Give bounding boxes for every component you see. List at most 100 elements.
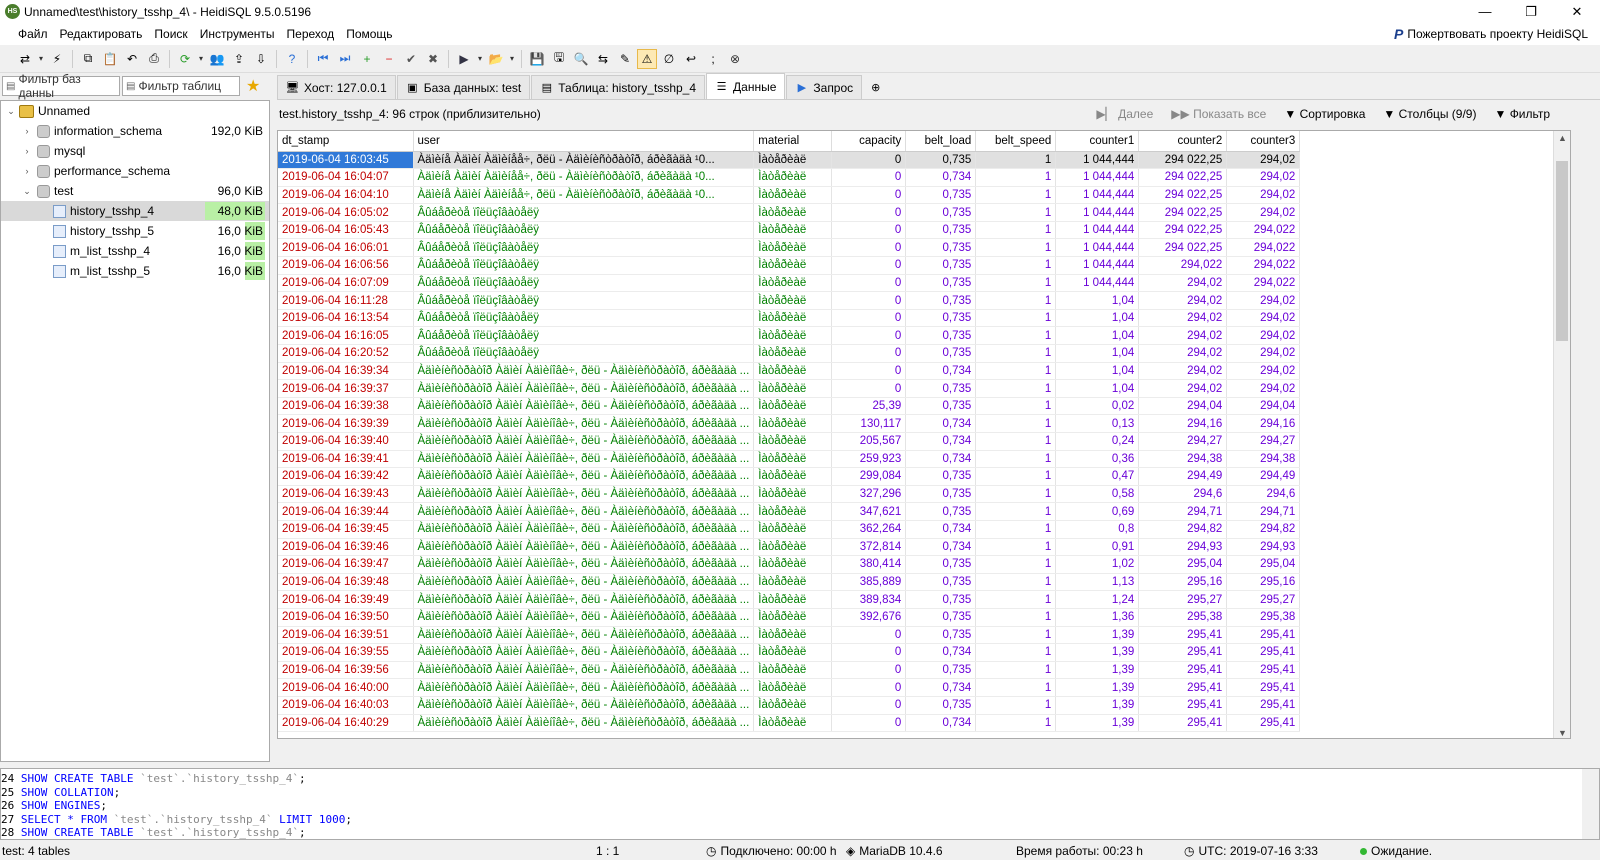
cell-counter2[interactable]: 294,02 xyxy=(1138,362,1228,381)
cell-counter2[interactable]: 294 022,25 xyxy=(1138,221,1228,240)
table-row[interactable]: 2019-06-04 16:39:47 Àäìèíèñòðàòîð Àäìèí À… xyxy=(278,555,1301,574)
cell-dt-stamp[interactable]: 2019-06-04 16:39:44 xyxy=(278,502,414,521)
cell-dt-stamp[interactable]: 2019-06-04 16:03:45 xyxy=(278,151,414,170)
cell-capacity[interactable]: 0 xyxy=(831,274,907,293)
cell-user[interactable]: Àäìèíèñòðàòîð Àäìèí Àäìèíîâè÷, ðëü - Àäì… xyxy=(413,643,755,662)
cell-capacity[interactable]: 0 xyxy=(831,291,907,310)
cell-belt-load[interactable]: 0,735 xyxy=(905,203,977,222)
next-button[interactable]: ▶▏ Далее xyxy=(1096,107,1153,121)
cell-counter1[interactable]: 1 044,444 xyxy=(1055,274,1140,293)
cell-belt-load[interactable]: 0,735 xyxy=(905,379,977,398)
cell-belt-speed[interactable]: 1 xyxy=(975,221,1057,240)
cell-belt-load[interactable]: 0,735 xyxy=(905,696,977,715)
cell-belt-speed[interactable]: 1 xyxy=(975,450,1057,469)
minimize-icon[interactable]: — xyxy=(1462,0,1508,23)
dropdown-arrow-icon[interactable]: ▾ xyxy=(36,54,46,63)
favorites-star-icon[interactable]: ★ xyxy=(246,76,260,96)
cell-counter1[interactable]: 0,8 xyxy=(1055,520,1140,539)
donate-button[interactable]: P Пожертвовать проекту HeidiSQL xyxy=(1394,23,1588,45)
cell-counter3[interactable]: 295,16 xyxy=(1226,573,1301,592)
cell-capacity[interactable]: 0 xyxy=(831,151,907,170)
expand-icon[interactable]: › xyxy=(21,166,33,176)
cell-belt-load[interactable]: 0,735 xyxy=(905,274,977,293)
cell-capacity[interactable]: 0 xyxy=(831,326,907,346)
cell-counter3[interactable]: 294,02 xyxy=(1226,186,1301,205)
cell-counter3[interactable]: 294,022 xyxy=(1226,221,1301,240)
cell-capacity[interactable]: 347,621 xyxy=(831,502,907,521)
warning-filter-icon[interactable]: ⚠ xyxy=(637,48,657,69)
cell-belt-speed[interactable]: 1 xyxy=(975,274,1057,293)
cell-belt-load[interactable]: 0,735 xyxy=(905,221,977,240)
cell-counter3[interactable]: 294,02 xyxy=(1226,203,1301,222)
table-row[interactable]: 2019-06-04 16:06:56 Âûáåðèòå ïîëüçîâàòåëÿ… xyxy=(278,256,1301,275)
table-row[interactable]: 2019-06-04 16:39:46 Àäìèíèñòðàòîð Àäìèí À… xyxy=(278,538,1301,557)
cell-belt-speed[interactable]: 1 xyxy=(975,291,1057,310)
run-icon[interactable]: ▶ xyxy=(454,49,474,69)
cell-counter2[interactable]: 294,022 xyxy=(1138,256,1228,275)
scroll-down-icon[interactable]: ▼ xyxy=(1554,728,1570,738)
cell-counter1[interactable]: 1 044,444 xyxy=(1055,203,1140,222)
cell-counter1[interactable]: 1 044,444 xyxy=(1055,256,1140,275)
last-icon[interactable]: ⏭ xyxy=(335,49,355,69)
cell-material[interactable]: Ìàòåðèàë xyxy=(753,397,833,416)
cell-counter3[interactable]: 294,022 xyxy=(1226,256,1301,275)
cell-belt-load[interactable]: 0,735 xyxy=(905,344,977,363)
first-icon[interactable]: ⏮ xyxy=(313,49,333,69)
table-row[interactable]: 2019-06-04 16:40:29 Àäìèíèñòðàòîð Àäìèí À… xyxy=(278,714,1301,733)
edit-icon[interactable]: ✎ xyxy=(615,49,635,69)
table-row[interactable]: 2019-06-04 16:39:50 Àäìèíèñòðàòîð Àäìèí À… xyxy=(278,608,1301,627)
cell-dt-stamp[interactable]: 2019-06-04 16:39:43 xyxy=(278,485,414,504)
collapse-icon[interactable]: ⌄ xyxy=(21,186,33,197)
cell-counter3[interactable]: 294,6 xyxy=(1226,485,1301,504)
cell-user[interactable]: Àäìèíèñòðàòîð Àäìèí Àäìèíîâè÷, ðëü - Àäì… xyxy=(413,573,755,592)
cell-belt-speed[interactable]: 1 xyxy=(975,573,1057,592)
table-row[interactable]: 2019-06-04 16:39:40 Àäìèíèñòðàòîð Àäìèí À… xyxy=(278,432,1301,451)
menu-goto[interactable]: Переход xyxy=(281,23,341,45)
table-row[interactable]: 2019-06-04 16:04:10 Àäìèíå Àäìèí Àäìèíåå÷… xyxy=(278,186,1301,205)
cell-belt-speed[interactable]: 1 xyxy=(975,256,1057,275)
cell-user[interactable]: Àäìèíèñòðàòîð Àäìèí Àäìèíîâè÷, ðëü - Àäì… xyxy=(413,414,755,433)
save-as-icon[interactable]: 🖫 xyxy=(549,49,569,69)
scroll-up-icon[interactable]: ▲ xyxy=(1554,133,1570,143)
column-header-belt-speed[interactable]: belt_speed xyxy=(975,131,1057,152)
cell-capacity[interactable]: 380,414 xyxy=(831,555,907,574)
cell-user[interactable]: Àäìèíèñòðàòîð Àäìèí Àäìèíîâè÷, ðëü - Àäì… xyxy=(413,520,755,539)
stop-icon[interactable]: ⊗ xyxy=(725,49,745,69)
table-row[interactable]: 2019-06-04 16:39:49 Àäìèíèñòðàòîð Àäìèí À… xyxy=(278,590,1301,609)
cell-user[interactable]: Àäìèíèñòðàòîð Àäìèí Àäìèíîâè÷, ðëü - Àäì… xyxy=(413,538,755,557)
cell-material[interactable]: Ìàòåðèàë xyxy=(753,714,833,733)
cell-belt-speed[interactable]: 1 xyxy=(975,309,1057,328)
cell-belt-speed[interactable]: 1 xyxy=(975,608,1057,627)
cell-belt-speed[interactable]: 1 xyxy=(975,643,1057,662)
cell-material[interactable]: Ìàòåðèàë xyxy=(753,520,833,539)
cell-counter2[interactable]: 295,41 xyxy=(1138,643,1228,662)
cell-belt-load[interactable]: 0,735 xyxy=(905,502,977,521)
menu-tools[interactable]: Инструменты xyxy=(194,23,281,45)
cell-belt-load[interactable]: 0,735 xyxy=(905,397,977,416)
cell-dt-stamp[interactable]: 2019-06-04 16:04:07 xyxy=(278,168,414,187)
column-header-material[interactable]: material xyxy=(753,131,833,152)
cell-material[interactable]: Ìàòåðèàë xyxy=(753,678,833,697)
sort-button[interactable]: ▼ Сортировка xyxy=(1284,107,1365,121)
cell-belt-load[interactable]: 0,734 xyxy=(905,168,977,187)
table-row[interactable]: 2019-06-04 16:07:09 Âûáåðèòå ïîëüçîâàòåëÿ… xyxy=(278,274,1301,293)
cell-material[interactable]: Ìàòåðèàë xyxy=(753,626,833,645)
cell-capacity[interactable]: 0 xyxy=(831,626,907,645)
cell-counter2[interactable]: 295,16 xyxy=(1138,573,1228,592)
cell-counter1[interactable]: 1 044,444 xyxy=(1055,186,1140,205)
cell-dt-stamp[interactable]: 2019-06-04 16:39:48 xyxy=(278,573,414,592)
column-header-dt-stamp[interactable]: dt_stamp xyxy=(278,131,414,152)
cell-counter1[interactable]: 0,91 xyxy=(1055,538,1140,557)
cell-dt-stamp[interactable]: 2019-06-04 16:20:52 xyxy=(278,344,414,363)
cell-user[interactable]: Àäìèíèñòðàòîð Àäìèí Àäìèíîâè÷, ðëü - Àäì… xyxy=(413,590,755,609)
cell-counter2[interactable]: 294,02 xyxy=(1138,326,1228,346)
cell-counter3[interactable]: 295,38 xyxy=(1226,608,1301,627)
cell-dt-stamp[interactable]: 2019-06-04 16:39:46 xyxy=(278,538,414,557)
table-row[interactable]: 2019-06-04 16:39:42 Àäìèíèñòðàòîð Àäìèí À… xyxy=(278,467,1301,486)
cell-counter3[interactable]: 294,02 xyxy=(1226,326,1301,346)
cell-counter1[interactable]: 1,36 xyxy=(1055,608,1140,627)
semicolon-icon[interactable]: ; xyxy=(703,49,723,69)
cell-counter1[interactable]: 1,04 xyxy=(1055,326,1140,346)
cell-user[interactable]: Àäìèíèñòðàòîð Àäìèí Àäìèíîâè÷, ðëü - Àäì… xyxy=(413,485,755,504)
table-row[interactable]: 2019-06-04 16:39:45 Àäìèíèñòðàòîð Àäìèí À… xyxy=(278,520,1301,539)
